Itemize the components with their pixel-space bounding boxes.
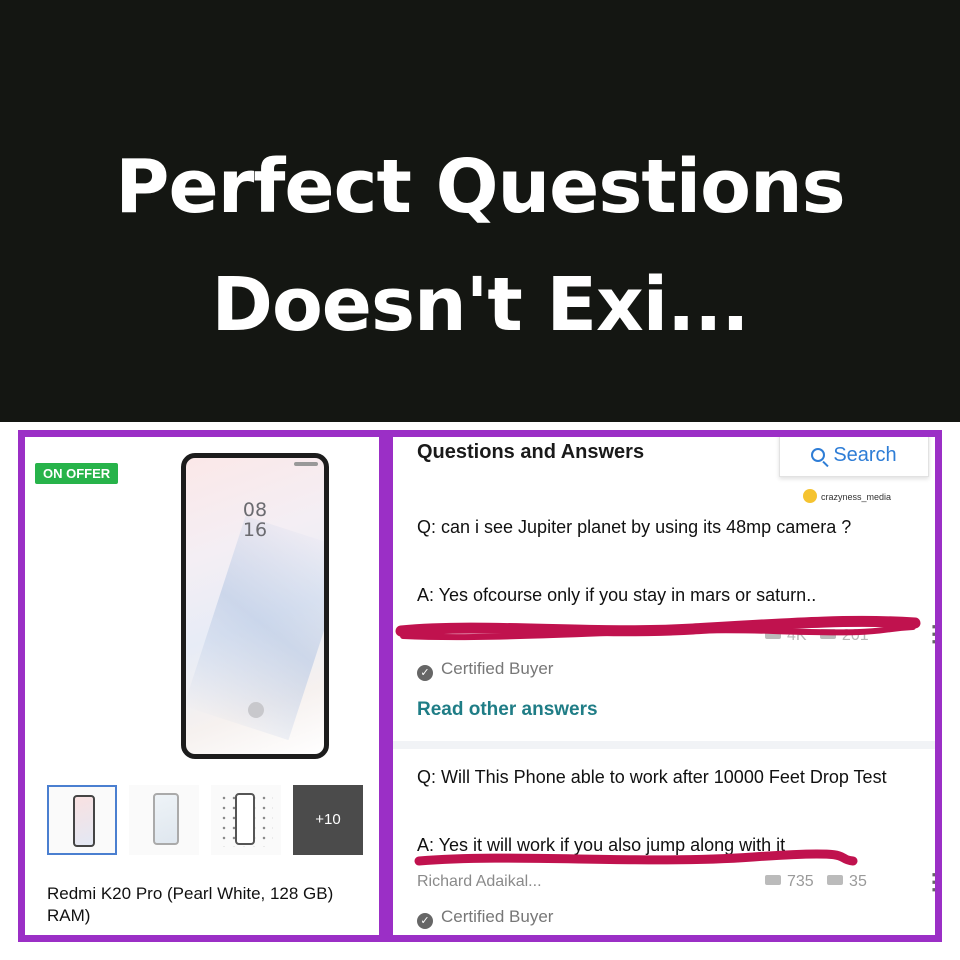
- watermark: crazyness_media: [803, 489, 891, 503]
- search-button[interactable]: Search: [779, 437, 929, 477]
- thumbnail-3[interactable]: [211, 785, 281, 855]
- thumb-up-icon[interactable]: [765, 875, 781, 885]
- question-2: Q: Will This Phone able to work after 10…: [417, 767, 887, 787]
- more-options-icon[interactable]: ⋮: [923, 869, 935, 895]
- clock-minute: 16: [242, 519, 268, 541]
- product-name: Redmi K20 Pro (Pearl White, 128 GB) RAM): [47, 884, 334, 925]
- votes-down-2: 35: [849, 873, 867, 890]
- certified-buyer-1: ✓ Certified Buyer: [417, 659, 553, 681]
- more-options-icon[interactable]: ⋮: [923, 621, 935, 647]
- offer-badge: ON OFFER: [35, 463, 119, 484]
- certified-buyer-label-1: Certified Buyer: [441, 659, 554, 678]
- thumbnail-1[interactable]: [47, 785, 117, 855]
- phone-front-icon: [73, 795, 95, 847]
- answer-1: A: Yes ofcourse only if you stay in mars…: [417, 585, 817, 605]
- thumbnail-more[interactable]: +10: [293, 785, 363, 855]
- votes-1: 4K 201: [765, 627, 869, 645]
- thumb-down-icon[interactable]: [819, 629, 836, 639]
- divider: [393, 741, 935, 749]
- qa-panel: Questions and Answers Search crazyness_m…: [386, 430, 942, 942]
- votes-up-1: 4K: [787, 627, 807, 644]
- thumbnail-strip: +10: [47, 785, 367, 857]
- meme-title-line-2: Doesn't Exi...: [211, 262, 750, 348]
- votes-2: 735 35: [765, 873, 867, 891]
- check-circle-icon: ✓: [417, 913, 433, 929]
- thumb-down-icon[interactable]: [827, 875, 844, 885]
- product-screenshot: ON OFFER 08 16 +10 Redmi K20 Pro (Pearl …: [0, 422, 960, 960]
- meme-title: Perfect Questions Doesn't Exi...: [0, 128, 960, 364]
- rating-badge: [47, 935, 113, 942]
- red-scribble-overlay: [395, 615, 921, 866]
- question-1: Q: can i see Jupiter planet by using its…: [417, 517, 852, 537]
- certified-buyer-label-2: Certified Buyer: [441, 907, 554, 926]
- emoji-icon: [803, 489, 817, 503]
- certified-buyer-2: ✓ Certified Buyer: [417, 907, 553, 929]
- phone-back-icon: [153, 793, 179, 845]
- qa-title: Questions and Answers: [417, 441, 645, 463]
- meme-title-line-1: Perfect Questions: [115, 144, 845, 230]
- answer-2: A: Yes it will work if you also jump alo…: [417, 835, 786, 855]
- phone-clock: 08 16: [186, 500, 324, 540]
- meme-header: Perfect Questions Doesn't Exi...: [0, 0, 960, 422]
- votes-up-2: 735: [787, 873, 814, 890]
- search-label: Search: [833, 444, 897, 466]
- votes-down-1: 201: [841, 627, 869, 644]
- check-circle-icon: ✓: [417, 665, 433, 681]
- watermark-text: crazyness_media: [821, 492, 892, 502]
- phone-outline-icon: [235, 793, 255, 845]
- assured-badge: [271, 935, 351, 942]
- thumb-up-icon[interactable]: [765, 629, 781, 639]
- read-other-answers-link[interactable]: Read other answers: [417, 699, 598, 721]
- clock-hour: 08: [242, 499, 268, 521]
- product-image[interactable]: 08 16: [181, 453, 329, 759]
- search-icon: [811, 448, 826, 462]
- status-bar-icon: [294, 462, 318, 466]
- thumbnail-2[interactable]: [129, 785, 199, 855]
- fingerprint-icon: [248, 702, 264, 718]
- author-name: Richard Adaikal...: [417, 873, 542, 890]
- product-panel: ON OFFER 08 16 +10 Redmi K20 Pro (Pearl …: [18, 430, 386, 942]
